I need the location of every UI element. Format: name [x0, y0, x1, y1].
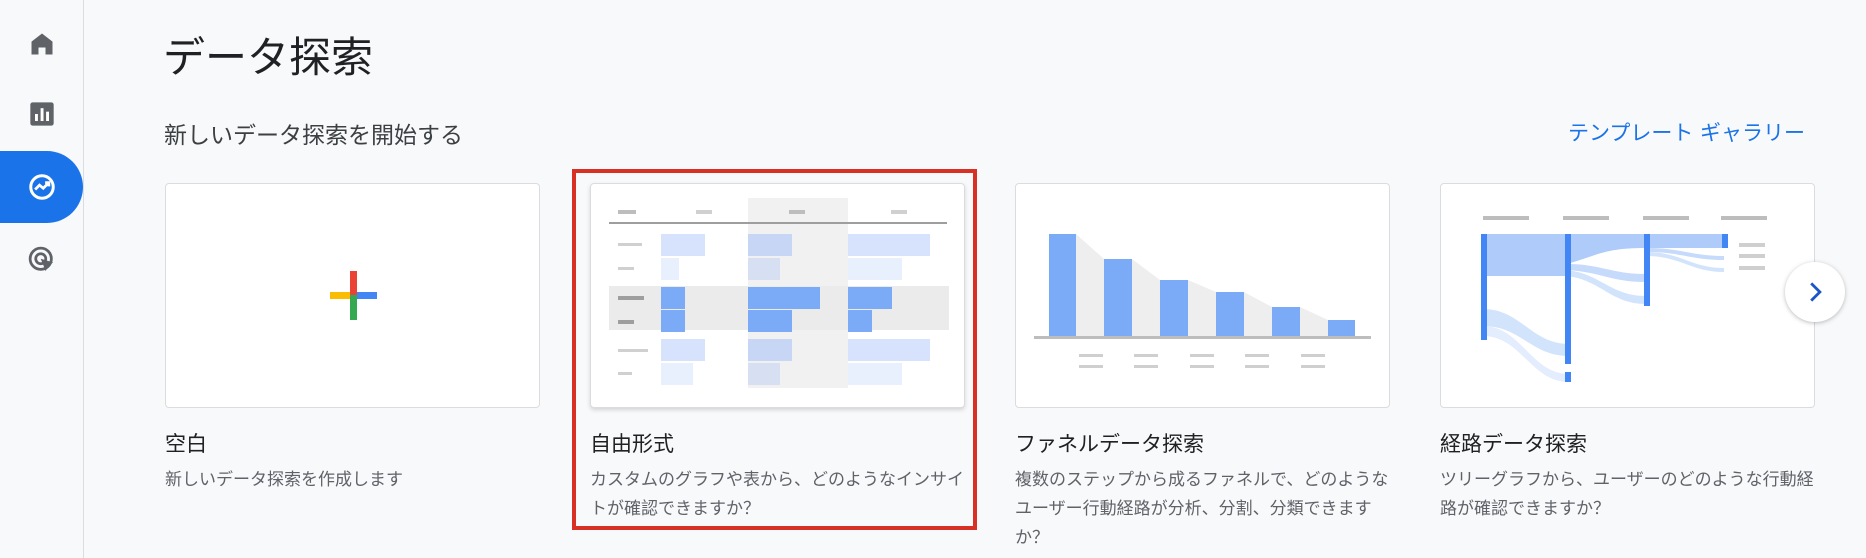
card-description: 複数のステップから成るファネルで、どのようなユーザー行動経路が分析、分割、分類で… [1015, 470, 1389, 548]
card-thumbnail [1015, 183, 1390, 408]
left-nav-rail [0, 0, 84, 558]
reports-icon [29, 102, 54, 126]
card-funnel-exploration[interactable]: ファネルデータ探索 複数のステップから成るファネルで、どのようなユーザー行動経路… [1015, 183, 1390, 553]
nav-advertising[interactable] [0, 224, 83, 296]
card-description: ツリーグラフから、ユーザーのどのような行動経路が確認できますか？ [1440, 470, 1814, 519]
nav-reports[interactable] [0, 78, 83, 150]
section-title: 新しいデータ探索を開始する [164, 123, 463, 149]
card-title: 経路データ探索 [1440, 432, 1587, 456]
card-thumbnail [1440, 183, 1815, 408]
chevron-right-icon [1810, 282, 1822, 302]
card-blank[interactable]: 空白 新しいデータ探索を作成します [165, 183, 540, 495]
card-thumbnail [165, 183, 540, 408]
nav-explore[interactable] [0, 151, 83, 223]
selection-highlight-box [572, 169, 977, 530]
funnel-chart-icon [1034, 234, 1371, 368]
template-gallery-link[interactable]: テンプレート ギャラリー [1568, 117, 1805, 147]
plus-icon [330, 271, 377, 320]
card-title: ファネルデータ探索 [1015, 432, 1204, 456]
carousel-next-button[interactable] [1785, 262, 1845, 322]
card-path-exploration[interactable]: 経路データ探索 ツリーグラフから、ユーザーのどのような行動経路が確認できますか？ [1440, 183, 1815, 524]
card-description: 新しいデータ探索を作成します [165, 470, 403, 490]
explore-icon [28, 174, 55, 200]
card-title: 空白 [165, 432, 207, 456]
advertising-icon [28, 246, 53, 272]
home-icon [31, 33, 52, 55]
page-title: データ探索 [163, 33, 374, 82]
path-tree-chart-icon [1481, 216, 1767, 382]
nav-home[interactable] [0, 8, 83, 80]
